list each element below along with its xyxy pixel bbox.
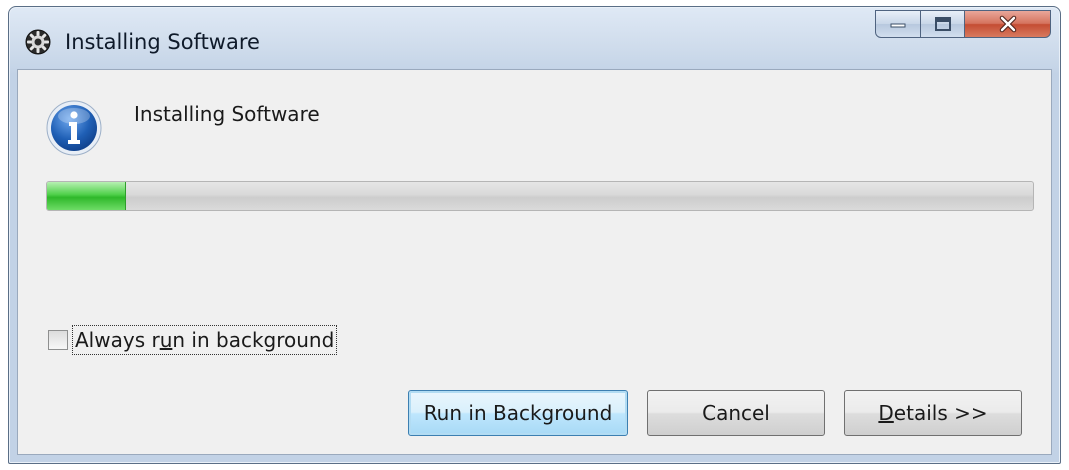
status-message: Installing Software bbox=[134, 102, 320, 126]
dialog-window: Installing Software Installing Software … bbox=[8, 6, 1061, 464]
caption-buttons bbox=[875, 10, 1051, 40]
minimize-button[interactable] bbox=[875, 10, 921, 38]
progress-fill bbox=[47, 182, 126, 210]
always-run-in-background-checkbox[interactable] bbox=[48, 330, 68, 350]
checkbox-label[interactable]: Always run in background bbox=[72, 325, 338, 355]
progress-bar bbox=[46, 181, 1034, 211]
info-icon bbox=[46, 100, 102, 156]
maximize-icon bbox=[934, 17, 951, 31]
run-in-background-button[interactable]: Run in Background bbox=[408, 390, 628, 436]
cancel-button[interactable]: Cancel bbox=[647, 390, 825, 436]
minimize-icon bbox=[890, 23, 906, 28]
maximize-button[interactable] bbox=[921, 10, 965, 38]
dialog-content: Installing Software Always run in backgr… bbox=[17, 69, 1052, 455]
details-button[interactable]: Details >> bbox=[844, 390, 1022, 436]
gear-icon bbox=[25, 29, 51, 55]
close-icon bbox=[999, 15, 1016, 33]
always-run-in-background-option[interactable]: Always run in background bbox=[48, 324, 338, 356]
title-bar[interactable]: Installing Software bbox=[9, 7, 1060, 69]
window-title: Installing Software bbox=[65, 30, 260, 54]
close-button[interactable] bbox=[965, 10, 1051, 38]
